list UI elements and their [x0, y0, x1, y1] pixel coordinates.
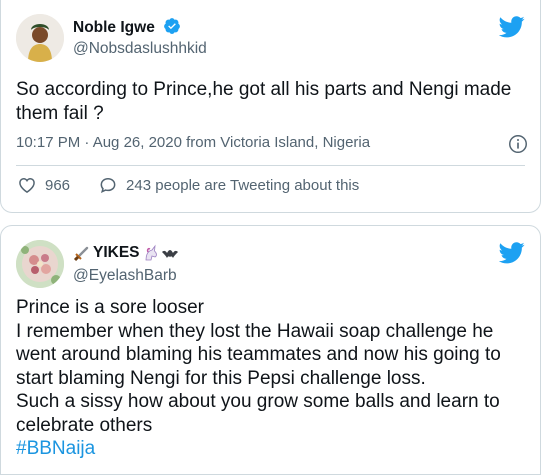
bat-icon	[161, 250, 178, 258]
verified-badge-icon	[164, 18, 181, 34]
unicorn-icon	[145, 244, 157, 261]
like-button[interactable]: 966	[17, 175, 70, 195]
reply-conversation-button[interactable]: 243 people are Tweeting about this	[98, 175, 359, 195]
name-emoji-suffix	[142, 244, 179, 262]
tweet-body: Prince is a sore looser I remember when …	[16, 297, 501, 436]
user-handle[interactable]: @Nobsdaslushhkid	[73, 40, 207, 58]
info-icon[interactable]	[507, 133, 529, 155]
avatar-person-icon	[16, 14, 64, 62]
user-handle[interactable]: @EyelashBarb	[73, 267, 177, 285]
like-count: 966	[45, 176, 71, 194]
dagger-icon	[73, 246, 89, 262]
twitter-bird-icon[interactable]	[499, 16, 525, 38]
avatar[interactable]	[16, 240, 64, 288]
heart-icon	[19, 177, 35, 193]
reply-text: 243 people are Tweeting about this	[126, 176, 360, 194]
speech-bubble-icon	[100, 177, 116, 194]
display-name-text: YIKES	[93, 244, 140, 261]
tweet-text: Prince is a sore looser I remember when …	[16, 296, 520, 461]
tweet-actions: 966 243 people are Tweeting about this	[17, 175, 359, 195]
hashtag-link[interactable]: #BBNaija	[16, 438, 95, 459]
display-name-text: Noble Igwe	[73, 19, 155, 36]
tweet-card-yikes[interactable]: YIKES @EyelashBarb Prince is a sore loos…	[0, 225, 541, 475]
avatar-floral-icon	[16, 240, 64, 288]
avatar[interactable]	[16, 14, 64, 62]
display-name[interactable]: YIKES	[73, 244, 179, 262]
tweet-timestamp-location[interactable]: 10:17 PM · Aug 26, 2020 from Victoria Is…	[16, 134, 370, 151]
tweet-card-noble-igwe[interactable]: Noble Igwe @Nobsdaslushhkid So according…	[0, 0, 541, 213]
divider	[16, 165, 525, 166]
twitter-bird-icon[interactable]	[499, 242, 525, 264]
name-emoji-prefix	[73, 244, 91, 262]
tweet-text: So according to Prince,he got all his pa…	[16, 79, 517, 124]
display-name[interactable]: Noble Igwe	[73, 17, 181, 37]
